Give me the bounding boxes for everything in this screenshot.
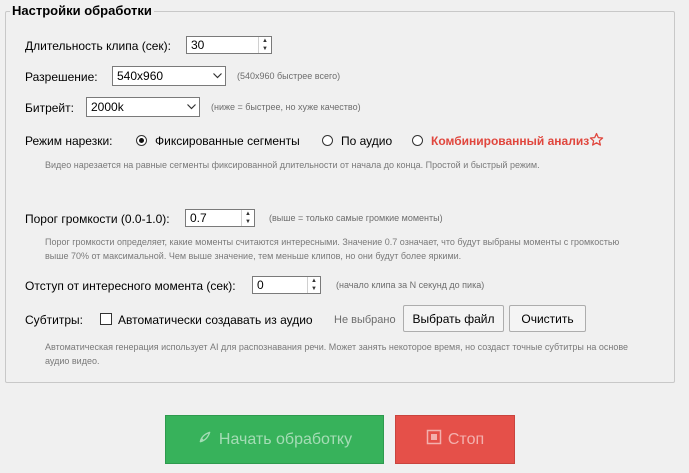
bitrate-hint: (ниже = быстрее, но хуже качество) — [211, 102, 361, 112]
offset-value: 0 — [257, 278, 264, 292]
cut-mode-combined-radio[interactable] — [412, 135, 423, 146]
cut-mode-label: Режим нарезки: — [25, 134, 113, 148]
chevron-down-icon — [209, 67, 225, 85]
resolution-select[interactable]: 540x960 — [112, 66, 226, 86]
volume-threshold-label: Порог громкости (0.0-1.0): — [25, 212, 170, 226]
subtitles-file-status: Не выбрано — [334, 314, 396, 326]
start-processing-label: Начать обработку — [218, 430, 353, 448]
clip-duration-label: Длительность клипа (сек): — [25, 39, 171, 53]
subtitles-auto-label: Автоматически создавать из аудио — [118, 313, 313, 327]
offset-hint: (начало клипа за N секунд до пика) — [336, 280, 485, 290]
clip-duration-spinbox[interactable]: 30 ▲ ▼ — [186, 36, 272, 54]
clip-duration-value: 30 — [191, 38, 205, 52]
spin-up-icon[interactable]: ▲ — [242, 210, 254, 218]
choose-file-button[interactable]: Выбрать файл — [403, 305, 504, 332]
offset-label: Отступ от интересного момента (сек): — [25, 279, 236, 293]
subtitles-auto-checkbox[interactable] — [100, 313, 112, 325]
cut-mode-audio-radio[interactable] — [322, 135, 333, 146]
spin-down-icon[interactable]: ▼ — [308, 285, 320, 293]
stop-button[interactable]: Стоп — [395, 415, 515, 464]
resolution-label: Разрешение: — [25, 70, 98, 84]
cut-mode-fixed-radio[interactable] — [136, 135, 147, 146]
spin-up-icon[interactable]: ▲ — [308, 277, 320, 285]
rocket-icon — [197, 429, 213, 450]
spin-down-icon[interactable]: ▼ — [259, 45, 271, 53]
cut-mode-description: Видео нарезается на равные сегменты фикс… — [45, 160, 540, 170]
spin-up-icon[interactable]: ▲ — [259, 37, 271, 45]
subtitles-label: Субтитры: — [25, 313, 84, 327]
volume-threshold-spinbox[interactable]: 0.7 ▲ ▼ — [185, 209, 255, 227]
cut-mode-fixed-label: Фиксированные сегменты — [155, 134, 300, 148]
resolution-hint: (540x960 быстрее всего) — [237, 71, 341, 81]
bitrate-select[interactable]: 2000k — [86, 97, 200, 117]
star-icon — [589, 132, 604, 150]
group-title: Настройки обработки — [10, 3, 154, 18]
volume-threshold-value: 0.7 — [190, 211, 207, 225]
bitrate-value: 2000k — [91, 100, 124, 114]
stop-label: Стоп — [447, 430, 485, 448]
spin-down-icon[interactable]: ▼ — [242, 218, 254, 226]
bitrate-label: Битрейт: — [25, 101, 74, 115]
offset-spinbox[interactable]: 0 ▲ ▼ — [252, 276, 321, 294]
cut-mode-combined-label: Комбинированный анализ — [431, 134, 590, 148]
cut-mode-audio-label: По аудио — [341, 134, 393, 148]
clear-button[interactable]: Очистить — [509, 305, 586, 332]
volume-threshold-hint: (выше = только самые громкие моменты) — [269, 213, 443, 223]
resolution-value: 540x960 — [117, 69, 164, 83]
volume-threshold-description: Порог громкости определяет, какие момент… — [45, 237, 620, 261]
subtitles-description: Автоматическая генерация использует AI д… — [45, 342, 629, 366]
chevron-down-icon — [183, 98, 199, 116]
stop-icon — [426, 429, 442, 450]
start-processing-button[interactable]: Начать обработку — [165, 415, 384, 464]
